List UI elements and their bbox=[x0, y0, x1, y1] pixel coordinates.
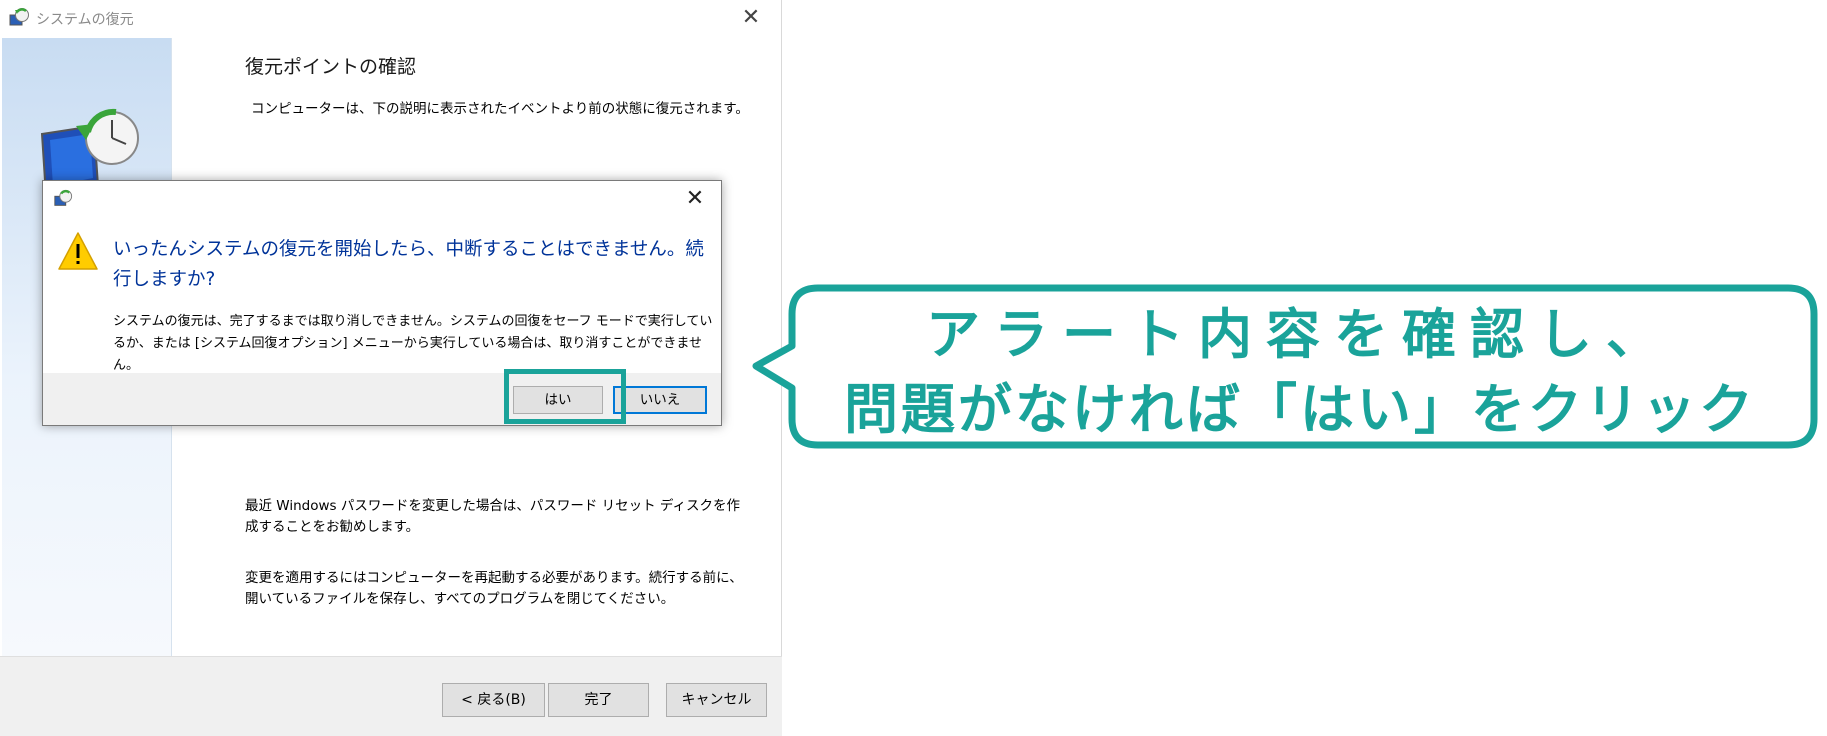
yes-button-highlight bbox=[504, 369, 626, 424]
system-restore-icon bbox=[54, 189, 73, 206]
back-button[interactable]: < 戻る(B) bbox=[442, 683, 545, 717]
cancel-button[interactable]: キャンセル bbox=[666, 683, 767, 717]
callout-text-line2: 問題がなければ「はい」をクリック bbox=[844, 378, 1756, 441]
restart-note: 変更を適用するにはコンピューターを再起動する必要があります。続行する前に、開いて… bbox=[245, 570, 743, 607]
no-button[interactable]: いいえ bbox=[613, 386, 707, 414]
close-icon[interactable]: ✕ bbox=[728, 2, 774, 34]
callout-text-line1: アラート内容を確認し、 bbox=[926, 303, 1674, 366]
warning-icon bbox=[58, 232, 98, 270]
page-description: コンピューターは、下の説明に表示されたイベントより前の状態に復元されます。 bbox=[251, 101, 749, 117]
password-reset-note: 最近 Windows パスワードを変更した場合は、パスワード リセット ディスク… bbox=[245, 498, 740, 535]
page-heading: 復元ポイントの確認 bbox=[245, 56, 417, 78]
system-restore-icon bbox=[9, 8, 29, 26]
dialog-main-instruction: いったんシステムの復元を開始したら、中断することはできません。続行しますか? bbox=[113, 239, 704, 290]
wizard-button-bar bbox=[0, 656, 782, 736]
title-bar: システムの復元 ✕ bbox=[0, 0, 782, 36]
dialog-close-icon[interactable]: ✕ bbox=[675, 183, 715, 215]
dialog-detail-text: システムの復元は、完了するまでは取り消しできません。システムの回復をセーフ モー… bbox=[113, 314, 713, 373]
window-title: システムの復元 bbox=[36, 12, 134, 28]
finish-button[interactable]: 完了 bbox=[548, 683, 649, 717]
